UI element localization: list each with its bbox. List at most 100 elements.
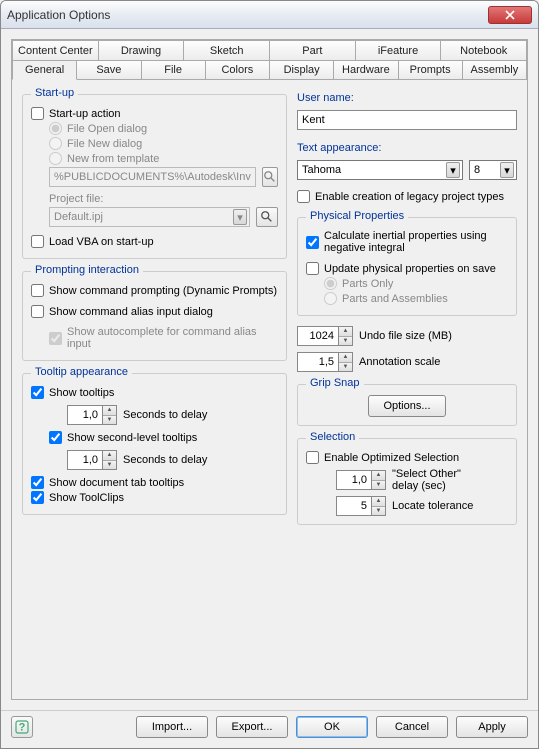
tab-colors[interactable]: Colors	[206, 60, 270, 80]
import-button[interactable]: Import...	[136, 716, 208, 738]
close-button[interactable]	[488, 6, 532, 24]
show-autocomplete-checkbox: Show autocomplete for command alias inpu…	[49, 326, 278, 350]
show-autocomplete-label: Show autocomplete for command alias inpu…	[67, 326, 278, 350]
show-alias-label: Show command alias input dialog	[49, 306, 213, 318]
select-other-spinbtns[interactable]: ▲▼	[372, 470, 386, 490]
legacy-checkbox[interactable]: Enable creation of legacy project types	[297, 190, 517, 203]
enable-optimized-input[interactable]	[306, 451, 319, 464]
parts-assemblies-input	[324, 292, 337, 305]
font-value: Tahoma	[302, 164, 446, 176]
tooltip-delay2-row: ▲▼ Seconds to delay	[67, 450, 278, 470]
file-open-radio: File Open dialog	[49, 122, 278, 135]
show-toolclips-checkbox[interactable]: Show ToolClips	[31, 491, 278, 504]
show-second-checkbox[interactable]: Show second-level tooltips	[49, 431, 278, 444]
tab-prompts[interactable]: Prompts	[399, 60, 463, 80]
show-second-input[interactable]	[49, 431, 62, 444]
load-vba-input[interactable]	[31, 235, 44, 248]
locate-spinbtns[interactable]: ▲▼	[372, 496, 386, 516]
chevron-down-icon[interactable]: ▾	[446, 162, 460, 178]
show-doc-tab-label: Show document tab tooltips	[49, 477, 184, 489]
tooltip-delay1-spinner[interactable]: ▲▼	[67, 405, 117, 425]
tab-file[interactable]: File	[142, 60, 206, 80]
annotation-spinbtns[interactable]: ▲▼	[339, 352, 353, 372]
show-prompting-input[interactable]	[31, 284, 44, 297]
undo-spinner[interactable]: ▲▼	[297, 326, 353, 346]
legacy-input[interactable]	[297, 190, 310, 203]
username-label: User name:	[297, 92, 517, 104]
file-new-input	[49, 137, 62, 150]
tab-content-center[interactable]: Content Center	[12, 40, 99, 60]
startup-action-checkbox[interactable]: Start-up action	[31, 107, 278, 120]
cancel-button[interactable]: Cancel	[376, 716, 448, 738]
show-alias-input[interactable]	[31, 305, 44, 318]
show-alias-checkbox[interactable]: Show command alias input dialog	[31, 305, 278, 318]
tooltip-delay1-spinbtns[interactable]: ▲▼	[103, 405, 117, 425]
tab-display[interactable]: Display	[270, 60, 334, 80]
project-file-label: Project file:	[49, 193, 278, 205]
select-other-input[interactable]	[336, 470, 372, 490]
show-doc-tab-input[interactable]	[31, 476, 44, 489]
titlebar[interactable]: Application Options	[1, 1, 538, 29]
tab-drawing[interactable]: Drawing	[99, 40, 185, 60]
load-vba-checkbox[interactable]: Load VBA on start-up	[31, 235, 278, 248]
undo-input[interactable]	[297, 326, 339, 346]
show-doc-tab-checkbox[interactable]: Show document tab tooltips	[31, 476, 278, 489]
file-new-label: File New dialog	[67, 138, 142, 150]
tab-part[interactable]: Part	[270, 40, 356, 60]
new-template-label: New from template	[67, 153, 159, 165]
window-title: Application Options	[7, 8, 488, 22]
update-save-label: Update physical properties on save	[324, 263, 496, 275]
project-file-row: Default.ipj ▾	[49, 207, 278, 227]
show-prompting-checkbox[interactable]: Show command prompting (Dynamic Prompts)	[31, 284, 278, 297]
grip-options-button[interactable]: Options...	[368, 395, 445, 417]
tooltip-delay2-spinbtns[interactable]: ▲▼	[103, 450, 117, 470]
tooltip-delay2-input[interactable]	[67, 450, 103, 470]
locate-input[interactable]	[336, 496, 372, 516]
select-other-label: "Select Other" delay (sec)	[392, 468, 482, 492]
export-button[interactable]: Export...	[216, 716, 288, 738]
right-column: User name: Text appearance: Tahoma ▾ 8 ▾	[297, 88, 517, 691]
project-browse-button[interactable]	[256, 207, 278, 227]
font-combo[interactable]: Tahoma ▾	[297, 160, 463, 180]
calc-inertial-input[interactable]	[306, 236, 319, 249]
chevron-down-icon[interactable]: ▾	[500, 162, 514, 178]
select-other-row: ▲▼ "Select Other" delay (sec)	[336, 468, 508, 492]
locate-spinner[interactable]: ▲▼	[336, 496, 386, 516]
apply-button[interactable]: Apply	[456, 716, 528, 738]
calc-inertial-checkbox[interactable]: Calculate inertial properties using nega…	[306, 230, 508, 254]
font-size-combo[interactable]: 8 ▾	[469, 160, 517, 180]
update-save-checkbox[interactable]: Update physical properties on save	[306, 262, 508, 275]
locate-row: ▲▼ Locate tolerance	[336, 496, 508, 516]
startup-title: Start-up	[31, 87, 78, 99]
tooltip-delay2-spinner[interactable]: ▲▼	[67, 450, 117, 470]
show-tooltips-checkbox[interactable]: Show tooltips	[31, 386, 278, 399]
annotation-input[interactable]	[297, 352, 339, 372]
tab-general[interactable]: General	[12, 60, 77, 80]
show-toolclips-input[interactable]	[31, 491, 44, 504]
font-size-value: 8	[474, 164, 500, 176]
select-other-spinner[interactable]: ▲▼	[336, 470, 386, 490]
show-tooltips-input[interactable]	[31, 386, 44, 399]
annotation-spinner[interactable]: ▲▼	[297, 352, 353, 372]
tab-hardware[interactable]: Hardware	[334, 60, 398, 80]
grip-group: Grip Snap Options...	[297, 384, 517, 426]
tab-sketch[interactable]: Sketch	[184, 40, 270, 60]
enable-optimized-checkbox[interactable]: Enable Optimized Selection	[306, 451, 508, 464]
username-input[interactable]	[297, 110, 517, 130]
tab-ifeature[interactable]: iFeature	[356, 40, 442, 60]
file-open-label: File Open dialog	[67, 123, 147, 135]
project-file-value: Default.ipj	[54, 211, 233, 223]
undo-spinbtns[interactable]: ▲▼	[339, 326, 353, 346]
undo-label: Undo file size (MB)	[359, 330, 452, 342]
undo-row: ▲▼ Undo file size (MB)	[297, 326, 517, 346]
startup-action-input[interactable]	[31, 107, 44, 120]
tab-save[interactable]: Save	[77, 60, 141, 80]
update-save-input[interactable]	[306, 262, 319, 275]
tab-assembly[interactable]: Assembly	[463, 60, 527, 80]
tooltip-delay1-input[interactable]	[67, 405, 103, 425]
tab-notebook[interactable]: Notebook	[441, 40, 527, 60]
prompting-title: Prompting interaction	[31, 264, 143, 276]
chevron-down-icon: ▾	[233, 209, 247, 225]
help-button[interactable]: ?	[11, 716, 33, 738]
ok-button[interactable]: OK	[296, 716, 368, 738]
